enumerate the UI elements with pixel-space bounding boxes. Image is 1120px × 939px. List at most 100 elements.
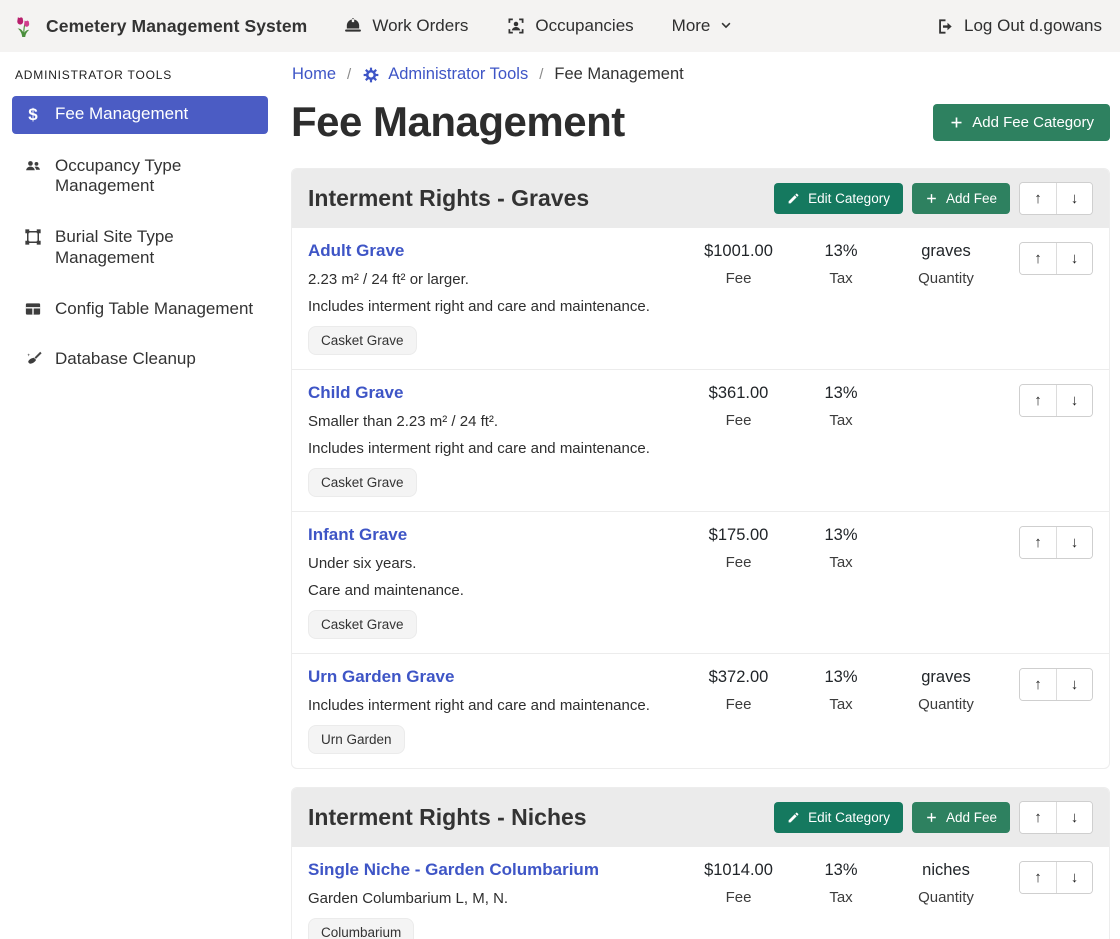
arrow-up-icon: ↑	[1034, 392, 1042, 409]
fee-tax-column: 13% Tax	[791, 383, 891, 429]
fee-row: Single Niche - Garden Columbarium Garden…	[292, 847, 1109, 939]
sidebar-item-label: Fee Management	[55, 104, 188, 125]
fee-quantity-label: Quantity	[891, 270, 1001, 287]
fee-tax-label: Tax	[791, 696, 891, 713]
arrow-down-icon: ↓	[1071, 869, 1079, 886]
fee-row-main: Adult Grave 2.23 m² / 24 ft² or larger.I…	[308, 241, 686, 355]
fee-descriptions: Smaller than 2.23 m² / 24 ft².Includes i…	[308, 413, 678, 457]
add-fee-label: Add Fee	[946, 191, 997, 206]
fee-reorder-group: ↑ ↓	[1019, 384, 1093, 417]
fee-name-link[interactable]: Adult Grave	[308, 241, 404, 261]
fee-name-link[interactable]: Child Grave	[308, 383, 403, 403]
logout-link[interactable]: Log Out d.gowans	[936, 16, 1102, 36]
arrow-up-icon: ↑	[1034, 534, 1042, 551]
fee-quantity-column: niches Quantity	[891, 860, 1001, 906]
fee-row-main: Urn Garden Grave Includes interment righ…	[308, 667, 686, 754]
move-fee-down-button[interactable]: ↓	[1056, 243, 1092, 274]
move-fee-down-button[interactable]: ↓	[1056, 527, 1092, 558]
add-fee-category-button[interactable]: Add Fee Category	[933, 104, 1110, 141]
nav-item-occupancies[interactable]: Occupancies	[506, 16, 633, 36]
crop-frame-icon	[24, 228, 42, 246]
fee-row: Adult Grave 2.23 m² / 24 ft² or larger.I…	[292, 228, 1109, 369]
move-fee-down-button[interactable]: ↓	[1056, 385, 1092, 416]
nav-menu: Work Orders Occupancies More	[343, 16, 928, 36]
sidebar-item-burial-site-type-management[interactable]: Burial Site Type Management	[12, 219, 268, 276]
people-icon	[24, 157, 42, 175]
breadcrumb-admin-tools-label: Administrator Tools	[388, 65, 528, 84]
sidebar-nav: $ Fee Management Occupancy Type Manageme…	[14, 96, 268, 378]
move-category-down-button[interactable]: ↓	[1056, 802, 1092, 833]
fee-amount-value: $372.00	[686, 668, 791, 687]
fee-tax-column: 13% Tax	[791, 860, 891, 906]
fee-tax-label: Tax	[791, 554, 891, 571]
move-fee-up-button[interactable]: ↑	[1020, 385, 1056, 416]
move-fee-down-button[interactable]: ↓	[1056, 669, 1092, 700]
move-fee-down-button[interactable]: ↓	[1056, 862, 1092, 893]
nav-item-more[interactable]: More	[672, 16, 734, 36]
fee-tax-value: 13%	[791, 242, 891, 261]
fee-description: Under six years.	[308, 555, 678, 572]
sidebar: ADMINISTRATOR TOOLS $ Fee Management Occ…	[0, 52, 280, 392]
fee-amount-value: $175.00	[686, 526, 791, 545]
fee-reorder-column: ↑ ↓	[1001, 667, 1093, 701]
gear-icon	[362, 66, 380, 84]
tulip-logo-icon	[12, 13, 36, 39]
breadcrumb-home-link[interactable]: Home	[292, 65, 336, 84]
fee-name-link[interactable]: Infant Grave	[308, 525, 407, 545]
breadcrumb-current: Fee Management	[554, 65, 683, 84]
nav-item-label: Occupancies	[535, 16, 633, 36]
sidebar-heading: ADMINISTRATOR TOOLS	[15, 68, 268, 82]
fee-reorder-group: ↑ ↓	[1019, 668, 1093, 701]
fee-category-header: Interment Rights - Graves Edit Category …	[292, 169, 1109, 228]
logout-icon	[936, 17, 955, 36]
fee-quantity-value: niches	[891, 861, 1001, 880]
fee-row-main: Infant Grave Under six years. Care and ma…	[308, 525, 686, 639]
app-brand[interactable]: Cemetery Management System	[12, 13, 307, 39]
fee-amount-value: $361.00	[686, 384, 791, 403]
fee-reorder-group: ↑ ↓	[1019, 242, 1093, 275]
edit-category-button[interactable]: Edit Category	[774, 183, 903, 214]
edit-category-button[interactable]: Edit Category	[774, 802, 903, 833]
fee-amount-column: $175.00 Fee	[686, 525, 791, 571]
fee-tax-column: 13% Tax	[791, 667, 891, 713]
plus-icon	[949, 115, 964, 130]
move-fee-up-button[interactable]: ↑	[1020, 527, 1056, 558]
breadcrumb-separator: /	[539, 66, 543, 83]
plus-icon	[925, 192, 938, 205]
move-category-up-button[interactable]: ↑	[1020, 802, 1056, 833]
sidebar-item-config-table-management[interactable]: Config Table Management	[12, 291, 268, 328]
fee-reorder-column: ↑ ↓	[1001, 383, 1093, 417]
fee-amount-value: $1014.00	[686, 861, 791, 880]
move-category-down-button[interactable]: ↓	[1056, 183, 1092, 214]
add-fee-category-label: Add Fee Category	[972, 114, 1094, 131]
fee-description: Care and maintenance.	[308, 582, 678, 599]
fee-amount-label: Fee	[686, 412, 791, 429]
arrow-up-icon: ↑	[1034, 250, 1042, 267]
fee-quantity-value: graves	[891, 668, 1001, 687]
logout-label: Log Out d.gowans	[964, 16, 1102, 36]
nav-item-work-orders[interactable]: Work Orders	[343, 16, 468, 36]
add-fee-button[interactable]: Add Fee	[912, 183, 1010, 214]
nav-item-label: Work Orders	[372, 16, 468, 36]
fee-amount-label: Fee	[686, 889, 791, 906]
fee-row-main: Child Grave Smaller than 2.23 m² / 24 ft…	[308, 383, 686, 497]
fee-description: 2.23 m² / 24 ft² or larger.	[308, 271, 678, 288]
fee-category-actions: Edit Category Add Fee ↑ ↓	[774, 801, 1093, 834]
move-fee-up-button[interactable]: ↑	[1020, 669, 1056, 700]
sidebar-item-fee-management[interactable]: $ Fee Management	[12, 96, 268, 134]
sidebar-item-label: Burial Site Type Management	[55, 227, 256, 268]
move-category-up-button[interactable]: ↑	[1020, 183, 1056, 214]
fee-amount-value: $1001.00	[686, 242, 791, 261]
sidebar-item-occupancy-type-management[interactable]: Occupancy Type Management	[12, 148, 268, 205]
move-fee-up-button[interactable]: ↑	[1020, 243, 1056, 274]
breadcrumb-separator: /	[347, 66, 351, 83]
add-fee-button[interactable]: Add Fee	[912, 802, 1010, 833]
fee-amount-label: Fee	[686, 554, 791, 571]
sidebar-item-database-cleanup[interactable]: Database Cleanup	[12, 341, 268, 378]
move-fee-up-button[interactable]: ↑	[1020, 862, 1056, 893]
breadcrumb-admin-tools-link[interactable]: Administrator Tools	[362, 65, 528, 84]
fee-name-link[interactable]: Urn Garden Grave	[308, 667, 454, 687]
fee-type-badge: Casket Grave	[308, 610, 417, 639]
fee-name-link[interactable]: Single Niche - Garden Columbarium	[308, 860, 599, 880]
fee-tax-label: Tax	[791, 412, 891, 429]
